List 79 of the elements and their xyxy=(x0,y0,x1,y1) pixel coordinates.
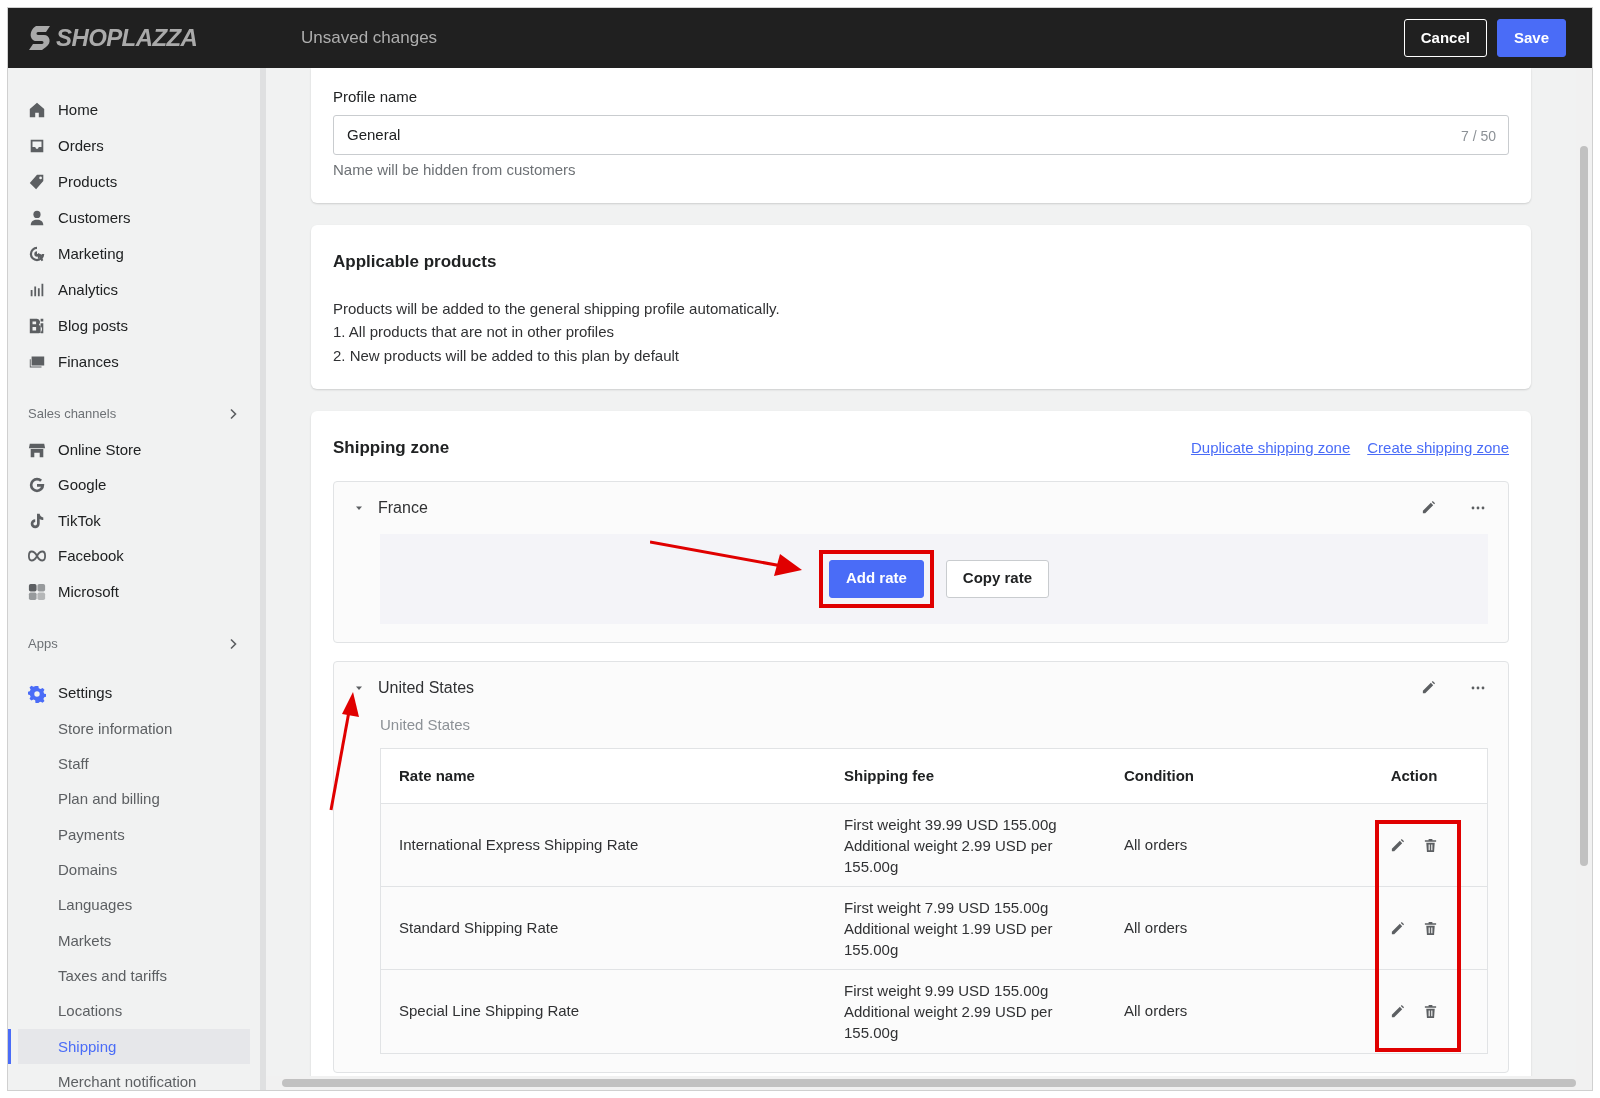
nav-item[interactable]: Orders xyxy=(18,128,250,164)
table-cell-text: All orders xyxy=(1124,917,1189,938)
subnav-item[interactable]: Store information xyxy=(18,711,250,747)
column-header: Rate name xyxy=(399,765,476,786)
subnav-item[interactable]: Locations xyxy=(18,993,250,1030)
inbox-icon xyxy=(28,137,46,155)
target-icon xyxy=(28,245,46,263)
table-cell-text: All orders xyxy=(1124,834,1189,855)
trash-icon[interactable] xyxy=(1423,837,1438,853)
nav-item[interactable]: Marketing xyxy=(18,236,250,272)
pencil-icon[interactable] xyxy=(1390,920,1405,936)
nav-item[interactable]: Products xyxy=(18,164,250,200)
pencil-icon[interactable] xyxy=(1421,500,1436,515)
nav-item[interactable]: Analytics xyxy=(18,272,250,308)
blog-icon xyxy=(28,317,46,335)
zone-name: France xyxy=(378,497,428,518)
windows-grid-icon xyxy=(28,582,46,601)
nav-item[interactable]: Finances xyxy=(18,344,250,380)
subnav-item[interactable]: Markets xyxy=(18,923,250,959)
nav-item[interactable]: Facebook xyxy=(18,538,250,574)
music-note-icon xyxy=(28,511,46,530)
primary-button[interactable]: Add rate xyxy=(829,559,924,598)
card-title: Shipping zone xyxy=(333,437,450,459)
nav-item[interactable]: Settings xyxy=(18,675,250,712)
table-cell-text: Standard Shipping Rate xyxy=(399,917,560,938)
subnav-item[interactable]: Languages xyxy=(18,888,250,924)
subnav-item[interactable]: Payments xyxy=(18,817,250,853)
trash-icon[interactable] xyxy=(1423,1004,1438,1019)
pencil-icon[interactable] xyxy=(1421,680,1436,695)
tag-icon xyxy=(28,173,46,191)
subnav-item[interactable]: Taxes and tariffs xyxy=(18,958,250,994)
logo-wordmark: SHOPLAZZA xyxy=(56,23,198,53)
secondary-button[interactable]: Cancel xyxy=(1403,19,1487,57)
secondary-button[interactable]: Copy rate xyxy=(945,559,1049,598)
description-line: 1. All products that are not in other profiles xyxy=(333,322,615,342)
primary-button[interactable]: Save xyxy=(1496,19,1566,57)
card-title: Applicable products xyxy=(333,251,498,273)
subnav-item[interactable]: Domains xyxy=(18,852,250,888)
section-heading: Sales channels xyxy=(28,405,117,424)
nav-item[interactable]: Customers xyxy=(18,200,250,236)
home-icon xyxy=(28,101,46,119)
description-line: Products will be added to the general shipping profile automatically. xyxy=(333,298,781,319)
subnav-item[interactable]: Staff xyxy=(18,746,250,783)
table-cell-text: Special Line Shipping Rate xyxy=(399,1001,581,1022)
table-cell-text: International Express Shipping Rate xyxy=(399,834,640,855)
zone-name: United States xyxy=(378,677,475,698)
help-text: Name will be hidden from customers xyxy=(333,159,577,180)
nav-item[interactable]: Blog posts xyxy=(18,308,250,344)
description-line: 2. New products will be added to this plan by default xyxy=(333,345,681,366)
zone-link[interactable]: Create shipping zone xyxy=(1367,436,1509,459)
character-counter: 7 / 50 xyxy=(1460,126,1496,146)
g-letter-icon xyxy=(28,476,46,495)
table-cell-text: First weight 9.99 USD 155.00g Additional weight 2.99 USD per 155.00g xyxy=(844,981,1054,1043)
column-header: Shipping fee xyxy=(844,765,935,786)
pencil-icon[interactable] xyxy=(1390,1004,1405,1019)
subnav-item[interactable]: Merchant notification xyxy=(18,1064,250,1090)
nav-item[interactable]: Microsoft xyxy=(18,574,250,610)
gear-icon xyxy=(28,684,46,703)
nav-item[interactable]: Home xyxy=(18,92,250,128)
table-cell-text: All orders xyxy=(1124,1001,1189,1022)
field-label: Profile name xyxy=(333,87,419,107)
trash-icon[interactable] xyxy=(1423,920,1438,936)
column-header: Action xyxy=(1389,765,1439,786)
column-header: Condition xyxy=(1124,765,1195,786)
table-cell-text: First weight 39.99 USD 155.00g Additional weight 2.99 USD per 155.00g xyxy=(844,814,1058,877)
zone-region: United States xyxy=(380,714,472,735)
selection-indicator xyxy=(8,1029,11,1065)
pencil-icon[interactable] xyxy=(1390,837,1405,853)
person-icon xyxy=(28,209,46,227)
logo-mark-icon xyxy=(28,25,52,51)
table-cell-text: First weight 7.99 USD 155.00g Additional weight 1.99 USD per 155.00g xyxy=(844,897,1054,960)
nav-item[interactable]: TikTok xyxy=(18,503,250,539)
nav-item[interactable]: Online Store xyxy=(18,432,250,468)
nav-item[interactable]: Google xyxy=(18,467,250,503)
subnav-item[interactable]: Plan and billing xyxy=(18,782,250,818)
unsaved-status: Unsaved changes xyxy=(301,27,438,50)
bar-chart-icon xyxy=(28,281,46,299)
section-heading: Apps xyxy=(28,634,58,653)
zone-link[interactable]: Duplicate shipping zone xyxy=(1190,436,1351,459)
